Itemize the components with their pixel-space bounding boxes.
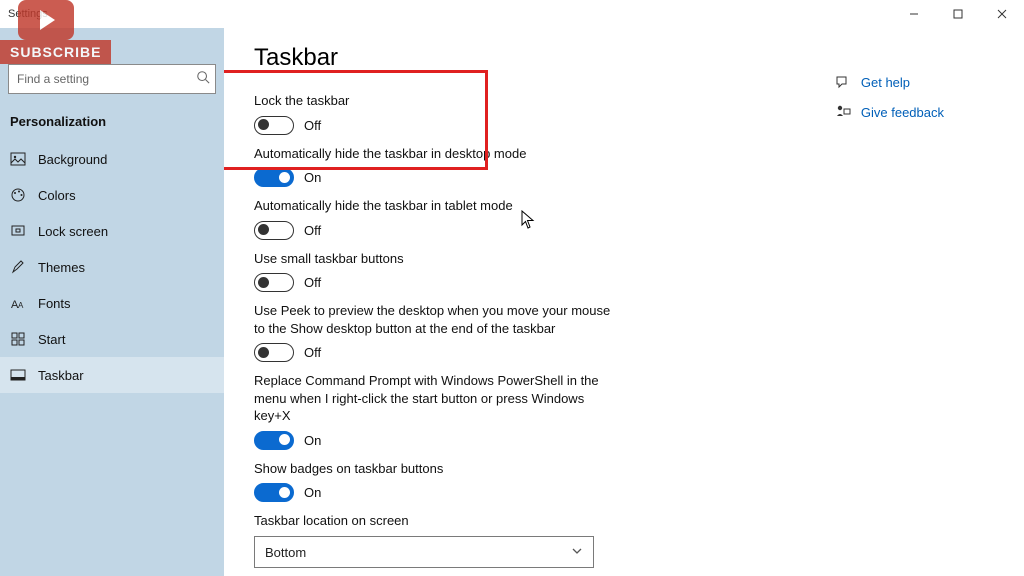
setting-label: Automatically hide the taskbar in tablet… (254, 197, 614, 215)
toggle-state-label: On (304, 170, 321, 185)
toggle-state-label: Off (304, 223, 321, 238)
palette-icon (10, 187, 26, 203)
sidebar-item-themes[interactable]: Themes (0, 249, 224, 285)
setting-row: Automatically hide the taskbar in tablet… (254, 197, 654, 240)
page-title: Taskbar (254, 44, 1024, 72)
give-feedback-link[interactable]: Give feedback (835, 104, 944, 120)
setting-label: Use Peek to preview the desktop when you… (254, 302, 614, 337)
sidebar-item-label: Lock screen (38, 224, 108, 239)
sidebar-item-colors[interactable]: Colors (0, 177, 224, 213)
maximize-button[interactable] (936, 0, 980, 28)
start-icon (10, 331, 26, 347)
dropdown-label: Taskbar location on screen (254, 512, 614, 530)
toggle-switch[interactable] (254, 343, 294, 362)
setting-label: Automatically hide the taskbar in deskto… (254, 145, 614, 163)
toggle-state-label: On (304, 485, 321, 500)
brush-icon (10, 259, 26, 275)
close-button[interactable] (980, 0, 1024, 28)
main-panel: Taskbar Lock the taskbar Off Automatically… (224, 28, 1024, 576)
sidebar-item-label: Themes (38, 260, 85, 275)
setting-row: Taskbar location on screen Bottom (254, 512, 654, 568)
setting-row: Lock the taskbar Off (254, 92, 654, 135)
toggle-state-label: Off (304, 345, 321, 360)
sidebar-item-label: Start (38, 332, 65, 347)
toggle-state-label: Off (304, 118, 321, 133)
sidebar-item-label: Fonts (38, 296, 71, 311)
image-icon (10, 151, 26, 167)
svg-text:A: A (18, 301, 24, 310)
sidebar-item-label: Taskbar (38, 368, 84, 383)
toggle-switch[interactable] (254, 116, 294, 135)
feedback-icon (835, 104, 851, 120)
setting-label: Replace Command Prompt with Windows Powe… (254, 372, 614, 425)
subscribe-badge: SUBSCRIBE (0, 40, 111, 64)
sidebar-item-background[interactable]: Background (0, 141, 224, 177)
minimize-button[interactable] (892, 0, 936, 28)
sidebar-item-lock-screen[interactable]: Lock screen (0, 213, 224, 249)
get-help-link[interactable]: Get help (835, 74, 944, 90)
title-bar: Settings (0, 0, 1024, 28)
search-input[interactable] (8, 64, 216, 94)
setting-row: Use Peek to preview the desktop when you… (254, 302, 654, 362)
play-icon (18, 0, 74, 40)
sidebar-item-taskbar[interactable]: Taskbar (0, 357, 224, 393)
section-header: Personalization (0, 108, 224, 141)
help-icon (835, 74, 851, 90)
subscribe-overlay: SUBSCRIBE (0, 0, 111, 64)
toggle-state-label: On (304, 433, 321, 448)
lock-icon (10, 223, 26, 239)
taskbar-icon (10, 367, 26, 383)
setting-label: Use small taskbar buttons (254, 250, 614, 268)
setting-label: Show badges on taskbar buttons (254, 460, 614, 478)
give-feedback-label: Give feedback (861, 105, 944, 120)
setting-label: Lock the taskbar (254, 92, 614, 110)
setting-row: Show badges on taskbar buttons On (254, 460, 654, 503)
dropdown-value: Bottom (265, 545, 306, 560)
sidebar-item-label: Background (38, 152, 107, 167)
sidebar-item-label: Colors (38, 188, 76, 203)
fonts-icon: AA (10, 295, 26, 311)
search-icon (196, 70, 210, 89)
get-help-label: Get help (861, 75, 910, 90)
toggle-switch[interactable] (254, 168, 294, 187)
setting-row: Automatically hide the taskbar in deskto… (254, 145, 654, 188)
sidebar-item-fonts[interactable]: AA Fonts (0, 285, 224, 321)
sidebar: Home Personalization BackgroundColorsLoc… (0, 28, 224, 576)
setting-row: Use small taskbar buttons Off (254, 250, 654, 293)
chevron-down-icon (571, 545, 583, 560)
sidebar-item-start[interactable]: Start (0, 321, 224, 357)
toggle-switch[interactable] (254, 273, 294, 292)
toggle-switch[interactable] (254, 431, 294, 450)
dropdown[interactable]: Bottom (254, 536, 594, 568)
toggle-state-label: Off (304, 275, 321, 290)
toggle-switch[interactable] (254, 221, 294, 240)
toggle-switch[interactable] (254, 483, 294, 502)
setting-row: Replace Command Prompt with Windows Powe… (254, 372, 654, 450)
